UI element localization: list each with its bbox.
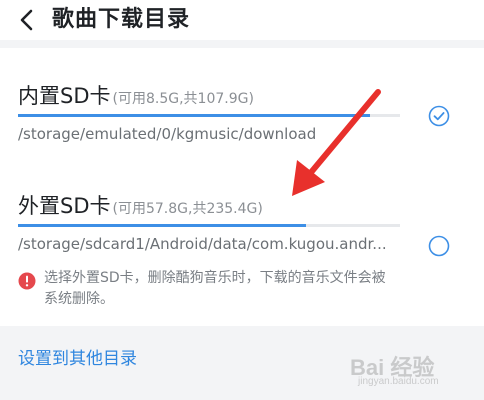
storage-options-card: 内置SD卡 (可用8.5G,共107.9G) /storage/emulated/… <box>0 48 484 326</box>
storage-usage-bar <box>18 114 400 117</box>
storage-usage-bar <box>18 224 400 227</box>
empty-circle-icon <box>428 235 450 257</box>
set-other-directory-button[interactable]: 设置到其他目录 <box>0 330 484 382</box>
storage-usage-fill <box>18 114 370 117</box>
storage-option-title: 内置SD卡 (可用8.5G,共107.9G) <box>18 80 254 110</box>
storage-name: 内置SD卡 <box>18 84 111 108</box>
radio-selected-internal-sd[interactable] <box>428 105 450 127</box>
back-button[interactable] <box>14 6 42 34</box>
radio-unselected-external-sd[interactable] <box>428 235 450 257</box>
storage-usage-fill <box>18 224 307 227</box>
storage-option-title: 外置SD卡 (可用57.8G,共235.4G) <box>18 190 263 220</box>
chevron-left-icon <box>20 9 33 31</box>
page-title: 歌曲下载目录 <box>52 7 191 32</box>
storage-option-external-sd[interactable]: 外置SD卡 (可用57.8G,共235.4G) /storage/sdcard1/… <box>0 180 484 320</box>
storage-capacity: (可用8.5G,共107.9G) <box>112 91 254 107</box>
set-other-directory-label: 设置到其他目录 <box>18 349 137 369</box>
warning-icon <box>18 272 36 290</box>
storage-name: 外置SD卡 <box>18 194 111 218</box>
storage-option-internal-sd[interactable]: 内置SD卡 (可用8.5G,共107.9G) /storage/emulated/… <box>0 70 484 160</box>
storage-capacity: (可用57.8G,共235.4G) <box>112 201 263 217</box>
warning-text: 选择外置SD卡，删除酷狗音乐时，下载的音乐文件会被系统删除。 <box>44 270 386 307</box>
top-bar: 歌曲下载目录 <box>0 0 484 40</box>
check-circle-icon <box>428 105 450 127</box>
storage-path: /storage/emulated/0/kgmusic/download <box>18 125 317 143</box>
storage-path: /storage/sdcard1/Android/data/com.kugou.… <box>18 235 387 253</box>
